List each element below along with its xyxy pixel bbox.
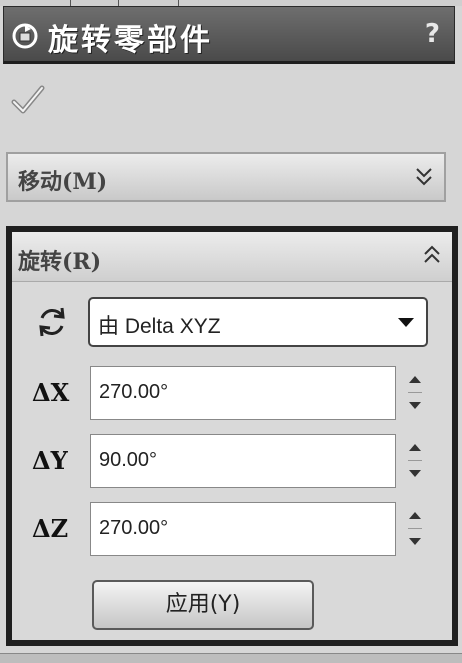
rotate-group-header[interactable]: 旋转(R) (12, 232, 452, 282)
delta-z-label: ΔZ (32, 514, 69, 543)
apply-button-label: 应用(Y) (165, 592, 241, 617)
delta-y-value: 90.00° (99, 449, 158, 471)
rotate-mode-selected: 由 Delta XYZ (98, 315, 221, 338)
bottom-divider (0, 653, 462, 663)
delta-y-spinner[interactable] (406, 434, 428, 488)
panel-title: 旋转零部件 (48, 23, 213, 58)
delta-x-label: ΔX (32, 378, 70, 407)
rotate-group: 旋转(R) 由 Delta XYZ ΔX 270.00° ΔY 90.00° Δ… (6, 226, 458, 646)
chevron-double-up-icon[interactable] (422, 242, 442, 268)
rotate-component-icon (12, 23, 38, 49)
delta-y-input[interactable]: 90.00° (90, 434, 396, 488)
spin-up-icon[interactable] (409, 444, 421, 451)
rotate-mode-dropdown[interactable]: 由 Delta XYZ (88, 297, 428, 347)
delta-z-spinner[interactable] (406, 502, 428, 556)
spin-up-icon[interactable] (409, 376, 421, 383)
dropdown-arrow-icon[interactable] (398, 318, 414, 327)
property-manager-title-bar: 旋转零部件 ? (3, 6, 455, 64)
checkmark-icon[interactable] (10, 82, 46, 118)
spin-down-icon[interactable] (409, 470, 421, 477)
delta-z-value: 270.00° (99, 517, 169, 539)
delta-z-input[interactable]: 270.00° (90, 502, 396, 556)
move-group-label: 移动(M) (18, 169, 108, 195)
delta-x-spinner[interactable] (406, 366, 428, 420)
spin-up-icon[interactable] (409, 512, 421, 519)
chevron-double-down-icon[interactable] (414, 164, 434, 190)
delta-x-value: 270.00° (99, 381, 169, 403)
rotate-arrows-icon (39, 307, 65, 337)
spin-down-icon[interactable] (409, 538, 421, 545)
help-button[interactable]: ? (425, 19, 440, 49)
spin-down-icon[interactable] (409, 402, 421, 409)
apply-button[interactable]: 应用(Y) (92, 580, 314, 630)
move-group-header[interactable]: 移动(M) (6, 152, 446, 202)
delta-x-input[interactable]: 270.00° (90, 366, 396, 420)
rotate-group-label: 旋转(R) (18, 249, 102, 275)
delta-y-label: ΔY (32, 446, 68, 475)
